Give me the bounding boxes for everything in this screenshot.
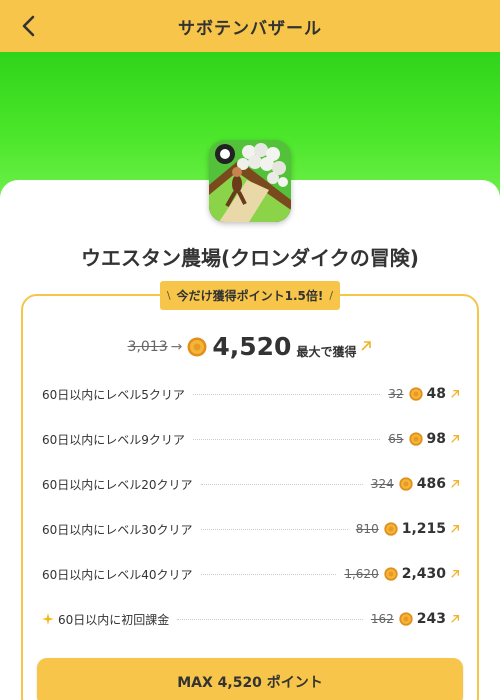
dotted-divider <box>192 393 381 395</box>
coin-icon <box>408 387 423 401</box>
list-item[interactable]: 60日以内にレベル30クリア 810 1,215 <box>42 519 460 539</box>
promo-left-mark: \ <box>166 289 171 302</box>
farm-game-icon <box>209 140 291 222</box>
page-title: サボテンバザール <box>178 18 322 39</box>
total-points: 3,013 → 4,520 最大で獲得 <box>0 332 500 361</box>
new-points: 243 <box>416 611 446 627</box>
arrow-up-right-icon <box>361 340 372 351</box>
max-points-button[interactable]: MAX 4,520 ポイント <box>37 658 463 700</box>
coin-icon <box>187 337 207 356</box>
list-item[interactable]: 60日以内に初回課金 162 243 <box>42 609 460 629</box>
new-points: 98 <box>426 431 446 447</box>
mission-label: 60日以内にレベル30クリア <box>42 522 193 537</box>
mission-label: 60日以内にレベル5クリア <box>42 387 185 402</box>
arrow-up-right-icon <box>451 390 459 398</box>
promo-text: 今だけ獲得ポイント1.5倍! <box>176 289 324 303</box>
dotted-divider <box>200 528 348 530</box>
new-points: 486 <box>416 476 446 492</box>
new-points: 48 <box>426 386 446 402</box>
old-points: 162 <box>370 612 394 626</box>
old-points: 810 <box>355 522 379 536</box>
list-item[interactable]: 60日以内にレベル5クリア 32 48 <box>42 384 460 404</box>
new-points: 2,430 <box>401 566 446 582</box>
dotted-divider <box>192 438 381 440</box>
coin-icon <box>399 477 413 491</box>
total-new-points: 4,520 <box>212 332 292 361</box>
coin-icon <box>399 612 413 626</box>
coin-icon <box>384 567 398 581</box>
arrow-up-right-icon <box>451 435 459 443</box>
chevron-left-icon[interactable] <box>14 10 46 42</box>
old-points: 324 <box>370 477 394 491</box>
list-item[interactable]: 60日以内にレベル20クリア 324 486 <box>42 474 460 494</box>
old-points: 1,620 <box>344 567 379 581</box>
header-bar: サボテンバザール <box>0 0 500 52</box>
mission-label: 60日以内にレベル40クリア <box>42 567 193 582</box>
dotted-divider <box>200 573 337 575</box>
mission-label-row: 60日以内に初回課金 <box>42 611 169 628</box>
coin-icon <box>384 522 398 536</box>
mission-label: 60日以内にレベル9クリア <box>42 432 185 447</box>
total-old-points: 3,013 <box>127 338 168 355</box>
list-item[interactable]: 60日以内にレベル40クリア 1,620 2,430 <box>42 564 460 584</box>
arrow-up-right-icon <box>451 480 459 488</box>
old-points: 65 <box>388 432 404 446</box>
dotted-divider <box>177 618 363 620</box>
arrow-up-right-icon <box>451 525 459 533</box>
coin-icon <box>408 432 423 446</box>
promo-right-mark: / <box>329 289 334 302</box>
sparkle-icon <box>42 613 54 625</box>
arrow-right-icon: → <box>170 338 183 355</box>
arrow-up-right-icon <box>451 615 459 623</box>
old-points: 32 <box>388 387 404 401</box>
mission-label: 60日以内にレベル20クリア <box>42 477 193 492</box>
new-points: 1,215 <box>401 521 446 537</box>
app-name: ウエスタン農場(クロンダイクの冒険) <box>81 246 419 270</box>
promo-badge: \ 今だけ獲得ポイント1.5倍! / <box>160 281 340 310</box>
arrow-up-right-icon <box>451 570 459 578</box>
dotted-divider <box>200 483 363 485</box>
mission-label: 60日以内に初回課金 <box>58 612 170 627</box>
list-item[interactable]: 60日以内にレベル9クリア 65 98 <box>42 429 460 449</box>
total-suffix: 最大で獲得 <box>296 344 357 359</box>
